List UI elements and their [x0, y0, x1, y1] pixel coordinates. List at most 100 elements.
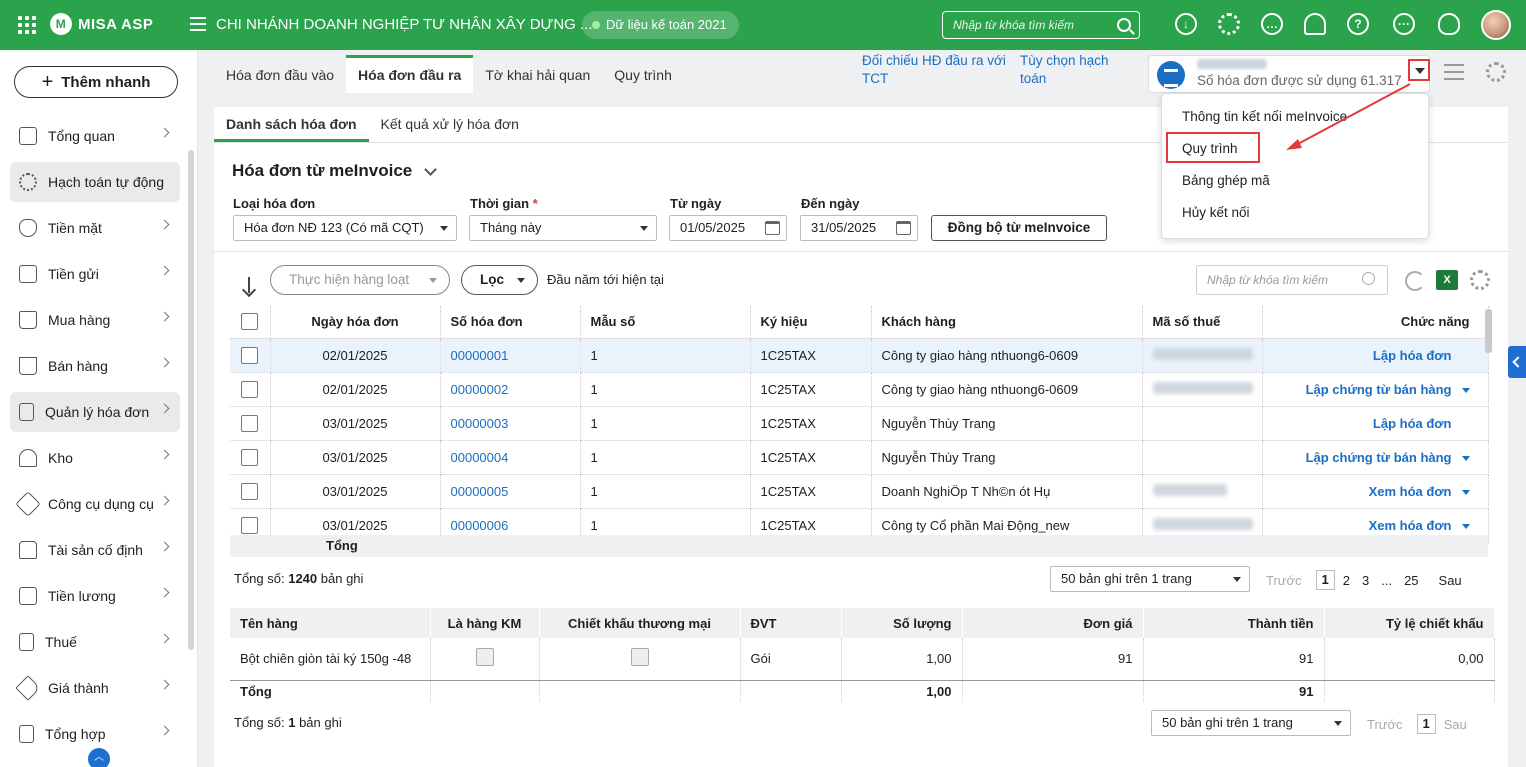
row-action-link[interactable]: Lập hóa đơn	[1373, 416, 1452, 431]
invoice-number-link[interactable]: 00000005	[440, 474, 581, 509]
meinvoice-connection-box[interactable]: Số hóa đơn được sử dụng 61.317	[1148, 55, 1430, 93]
bell-icon[interactable]	[1304, 13, 1326, 35]
help-icon[interactable]: ?	[1347, 13, 1369, 35]
detail-col-trade-discount[interactable]: Chiết khấu thương mại	[539, 608, 741, 638]
row-action-link[interactable]: Xem hóa đơn	[1369, 484, 1452, 499]
chat-icon[interactable]: …	[1261, 13, 1283, 35]
table-row[interactable]: 02/01/2025 00000001 1 1C25TAX Công ty giao h…	[230, 338, 1489, 373]
quick-add-button[interactable]: + Thêm nhanh	[14, 66, 178, 98]
col-header-date[interactable]: Ngày hóa đơn	[270, 306, 441, 339]
menu-item-code-mapping[interactable]: Bảng ghép mã	[1182, 173, 1270, 188]
row-checkbox[interactable]	[241, 482, 258, 500]
search-icon[interactable]	[1362, 272, 1375, 285]
page-size-select[interactable]: 50 bản ghi trên 1 trang	[1050, 566, 1250, 592]
reconcile-link[interactable]: Đối chiếu HĐ đầu ra với TCT	[862, 52, 1012, 88]
sidebar-item-sales[interactable]: Bán hàng	[10, 346, 180, 386]
table-row[interactable]: 02/01/2025 00000002 1 1C25TAX Công ty giao h…	[230, 372, 1489, 407]
accounting-options-link[interactable]: Tùy chọn hạch toán	[1020, 52, 1126, 88]
menu-item-disconnect[interactable]: Hủy kết nối	[1182, 205, 1250, 220]
menu-icon[interactable]	[190, 17, 206, 31]
more-icon[interactable]: ···	[1393, 13, 1415, 35]
sidebar-item-warehouse[interactable]: Kho	[10, 438, 180, 478]
invoice-number-link[interactable]: 00000001	[440, 338, 581, 373]
lightbulb-icon[interactable]	[1438, 13, 1460, 35]
row-action-link[interactable]: Lập chứng từ bán hàng	[1306, 450, 1452, 465]
sidebar-item-payroll[interactable]: Tiền lương	[10, 576, 180, 616]
section-title[interactable]: Hóa đơn từ meInvoice	[232, 161, 412, 181]
row-checkbox[interactable]	[241, 414, 258, 432]
caret-down-icon[interactable]	[1461, 387, 1470, 393]
meinvoice-dropdown-button[interactable]	[1408, 59, 1430, 81]
sidebar-scrollbar[interactable]	[188, 150, 194, 650]
invoice-number-link[interactable]: 00000003	[440, 406, 581, 441]
search-icon[interactable]	[1117, 18, 1131, 32]
detail-col-amount[interactable]: Thành tiền	[1143, 608, 1325, 638]
row-checkbox[interactable]	[241, 448, 258, 466]
time-select[interactable]: Tháng này	[469, 215, 657, 241]
sidebar-item-tax[interactable]: Thuế	[10, 622, 180, 662]
sidebar-item-overview[interactable]: Tổng quan	[10, 116, 180, 156]
tab-invoice-list[interactable]: Danh sách hóa đơn	[214, 107, 369, 142]
to-date-input[interactable]: 31/05/2025	[800, 215, 918, 241]
page-2-button[interactable]: 2	[1343, 573, 1350, 588]
sort-down-icon[interactable]	[242, 277, 256, 295]
invoice-type-select[interactable]: Hóa đơn NĐ 123 (Có mã CQT)	[233, 215, 457, 241]
filter-button[interactable]: Lọc	[461, 265, 538, 295]
settings-icon[interactable]	[1470, 270, 1490, 290]
detail-col-promo[interactable]: Là hàng KM	[430, 608, 540, 638]
batch-action-button[interactable]: Thực hiện hàng loạt	[270, 265, 450, 295]
detail-col-quantity[interactable]: Số lượng	[841, 608, 963, 638]
table-row[interactable]: 03/01/2025 00000003 1 1C25TAX Nguyễn Thùy Tr…	[230, 406, 1489, 441]
detail-prev-page-button[interactable]: Trước	[1367, 717, 1403, 732]
row-checkbox[interactable]	[241, 346, 258, 364]
caret-down-icon[interactable]	[1461, 455, 1470, 461]
prev-page-button[interactable]: Trước	[1266, 573, 1302, 588]
gear-icon[interactable]	[1486, 62, 1506, 82]
menu-item-connection-info[interactable]: Thông tin kết nối meInvoice	[1182, 109, 1347, 124]
detail-col-item-name[interactable]: Tên hàng	[230, 608, 431, 638]
tab-process[interactable]: Quy trình	[602, 55, 684, 93]
col-header-number[interactable]: Số hóa đơn	[440, 306, 581, 339]
page-3-button[interactable]: 3	[1362, 573, 1369, 588]
settings-icon[interactable]	[1218, 13, 1240, 35]
sidebar-item-purchasing[interactable]: Mua hàng	[10, 300, 180, 340]
next-page-button[interactable]: Sau	[1439, 573, 1462, 588]
caret-down-icon[interactable]	[1461, 523, 1470, 529]
sidebar-item-cash[interactable]: Tiền mặt	[10, 208, 180, 248]
row-action-link[interactable]: Lập chứng từ bán hàng	[1306, 382, 1452, 397]
sidebar-item-invoice-management[interactable]: Quản lý hóa đơn	[10, 392, 180, 432]
logo[interactable]: M MISA ASP	[50, 13, 153, 35]
detail-page-size-select[interactable]: 50 bản ghi trên 1 trang	[1151, 710, 1351, 736]
row-checkbox[interactable]	[241, 516, 258, 534]
tab-input-invoices[interactable]: Hóa đơn đầu vào	[214, 55, 346, 93]
page-25-button[interactable]: 25	[1404, 573, 1418, 588]
sidebar-item-costing[interactable]: Giá thành	[10, 668, 180, 708]
col-header-form[interactable]: Mẫu số	[580, 306, 751, 339]
table-row[interactable]: 03/01/2025 00000005 1 1C25TAX Doanh NghiÖp T…	[230, 474, 1489, 509]
refresh-icon[interactable]	[1405, 271, 1425, 291]
row-action-link[interactable]: Xem hóa đơn	[1369, 518, 1452, 533]
detail-col-unit[interactable]: ĐVT	[740, 608, 842, 638]
sync-meinvoice-button[interactable]: Đồng bộ từ meInvoice	[931, 215, 1107, 241]
page-1-button[interactable]: 1	[1315, 570, 1335, 590]
col-header-customer[interactable]: Khách hàng	[871, 306, 1143, 339]
excel-export-icon[interactable]: X	[1436, 270, 1458, 290]
detail-page-1-button[interactable]: 1	[1416, 714, 1436, 734]
list-view-icon[interactable]	[1444, 64, 1464, 80]
invoice-number-link[interactable]: 00000004	[440, 440, 581, 475]
sidebar-item-fixed-assets[interactable]: Tài sản cố định	[10, 530, 180, 570]
top-search-input[interactable]: Nhập từ khóa tìm kiếm	[942, 11, 1140, 39]
invoice-number-link[interactable]: 00000002	[440, 372, 581, 407]
app-grid-icon[interactable]	[18, 16, 36, 34]
select-all-checkbox[interactable]	[241, 313, 258, 331]
sidebar-item-tools[interactable]: Công cụ dụng cụ	[10, 484, 180, 524]
row-action-link[interactable]: Lập hóa đơn	[1373, 348, 1452, 363]
avatar[interactable]	[1481, 10, 1511, 40]
detail-next-page-button[interactable]: Sau	[1444, 717, 1467, 732]
table-scrollbar[interactable]	[1485, 309, 1492, 353]
detail-col-discount-rate[interactable]: Tỷ lệ chiết khấu	[1324, 608, 1495, 638]
download-icon[interactable]: ↓	[1175, 13, 1197, 35]
row-checkbox[interactable]	[241, 380, 258, 398]
data-year-pill[interactable]: Dữ liệu kế toán 2021	[582, 11, 739, 39]
calendar-icon[interactable]	[765, 221, 780, 235]
